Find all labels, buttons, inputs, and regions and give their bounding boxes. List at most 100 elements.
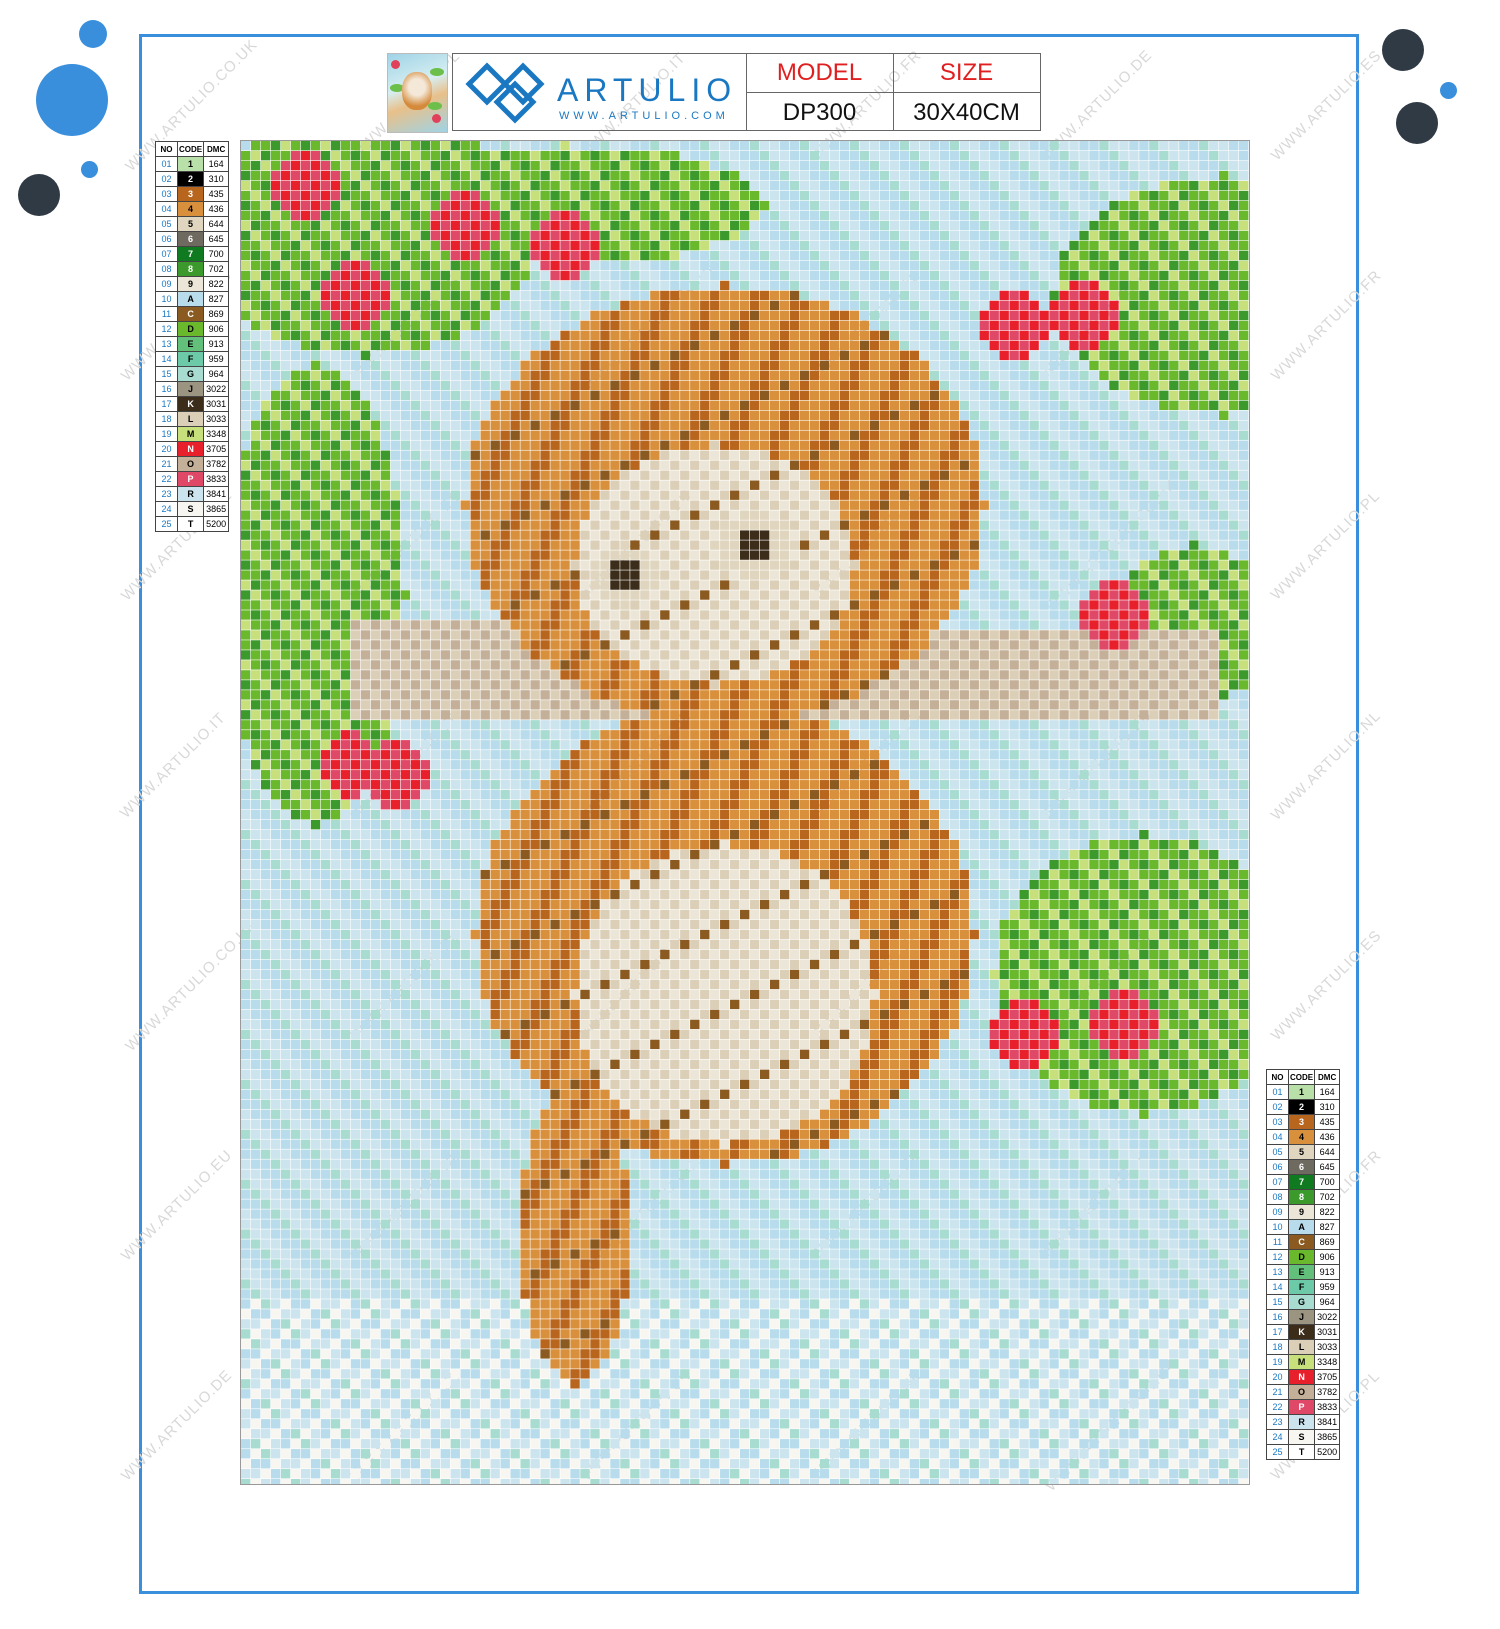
mosaic-cell: [720, 141, 730, 151]
mosaic-cell: [1079, 260, 1089, 271]
mosaic-cell: [799, 420, 810, 430]
mosaic-cell: [430, 270, 441, 281]
mosaic-cell: [769, 440, 780, 450]
mosaic-cell: [1239, 370, 1249, 381]
mosaic-cell: [640, 170, 650, 181]
mosaic-cell: [370, 350, 381, 361]
mosaic-cell: [1179, 340, 1189, 351]
mosaic-cell: [390, 570, 401, 580]
mosaic-cell: [250, 370, 261, 381]
mosaic-cell: [839, 150, 850, 161]
mosaic-cell: [1199, 500, 1209, 510]
mosaic-cell: [929, 520, 940, 530]
mosaic-cell: [1129, 240, 1139, 251]
mosaic-cell: [290, 170, 301, 181]
mosaic-cell: [979, 270, 989, 281]
mosaic-cell: [759, 210, 770, 221]
mosaic-cell: [1089, 380, 1099, 391]
mosaic-cell: [759, 620, 770, 630]
mosaic-cell: [470, 590, 480, 600]
mosaic-cell: [1189, 210, 1199, 221]
mosaic-cell: [1009, 590, 1019, 600]
mosaic-cell: [1029, 620, 1039, 630]
mosaic-cell: [779, 290, 790, 301]
mosaic-cell: [1139, 270, 1149, 281]
mosaic-cell: [959, 310, 969, 321]
mosaic-cell: [939, 230, 949, 241]
mosaic-cell: [400, 390, 411, 401]
mosaic-cell: [660, 240, 670, 251]
mosaic-cell: [1189, 220, 1199, 231]
mosaic-cell: [290, 200, 301, 211]
mosaic-cell: [440, 310, 450, 321]
mosaic-cell: [360, 550, 371, 560]
mosaic-cell: [1029, 420, 1039, 430]
mosaic-cell: [710, 220, 720, 231]
mosaic-cell: [650, 570, 660, 580]
mosaic-cell: [1129, 560, 1139, 570]
mosaic-cell: [570, 180, 580, 191]
mosaic-cell: [620, 600, 630, 610]
mosaic-cell: [640, 310, 650, 321]
mosaic-cell: [390, 370, 401, 381]
mosaic-cell: [440, 200, 450, 211]
mosaic-cell: [789, 430, 800, 440]
mosaic-cell: [999, 490, 1009, 500]
mosaic-cell: [530, 500, 540, 510]
mosaic-cell: [1169, 230, 1179, 241]
mosaic-cell: [1179, 480, 1189, 490]
mosaic-cell: [1029, 530, 1039, 540]
mosaic-cell: [330, 590, 341, 600]
mosaic-cell: [640, 590, 650, 600]
mosaic-cell: [969, 610, 979, 620]
mosaic-cell: [1039, 300, 1049, 311]
mosaic-cell: [470, 210, 480, 221]
mosaic-cell: [1129, 430, 1139, 440]
mosaic-cell: [869, 360, 880, 371]
mosaic-cell: [280, 210, 291, 221]
mosaic-cell: [330, 360, 341, 371]
mosaic-cell: [869, 600, 880, 610]
mosaic-cell: [460, 150, 470, 161]
mosaic-cell: [1109, 570, 1119, 580]
mosaic-cell: [1009, 320, 1019, 331]
mosaic-cell: [749, 540, 760, 550]
mosaic-cell: [700, 280, 710, 291]
mosaic-cell: [889, 420, 900, 430]
mosaic-cell: [1099, 230, 1109, 241]
mosaic-cell: [450, 550, 460, 560]
mosaic-cell: [420, 180, 431, 191]
mosaic-cell: [730, 180, 740, 191]
mosaic-cell: [959, 340, 969, 351]
mosaic-cell: [1119, 580, 1129, 590]
artulio-logo-icon: [465, 62, 545, 124]
mosaic-cell: [480, 230, 490, 241]
mosaic-cell: [550, 340, 560, 351]
mosaic-cell: [1189, 310, 1199, 321]
mosaic-cell: [680, 310, 690, 321]
mosaic-cell: [540, 340, 550, 351]
mosaic-cell: [879, 460, 890, 470]
mosaic-cell: [660, 580, 670, 590]
mosaic-cell: [730, 570, 740, 580]
mosaic-cell: [370, 540, 381, 550]
mosaic-cell: [969, 490, 979, 500]
mosaic-cell: [270, 410, 281, 420]
mosaic-cell: [440, 240, 450, 251]
mosaic-cell: [879, 200, 890, 211]
mosaic-cell: [280, 260, 291, 271]
mosaic-cell: [1239, 400, 1249, 410]
mosaic-cell: [430, 300, 441, 311]
mosaic-cell: [630, 160, 640, 171]
mosaic-cell: [1039, 360, 1049, 371]
mosaic-cell: [430, 230, 441, 241]
mosaic-cell: [430, 330, 441, 341]
mosaic-cell: [400, 470, 411, 480]
mosaic-cell: [869, 150, 880, 161]
mosaic-cell: [879, 190, 890, 201]
mosaic-cell: [1039, 260, 1049, 271]
mosaic-cell: [320, 370, 331, 381]
mosaic-cell: [600, 620, 610, 630]
mosaic-cell: [410, 210, 421, 221]
mosaic-cell: [1069, 180, 1079, 191]
